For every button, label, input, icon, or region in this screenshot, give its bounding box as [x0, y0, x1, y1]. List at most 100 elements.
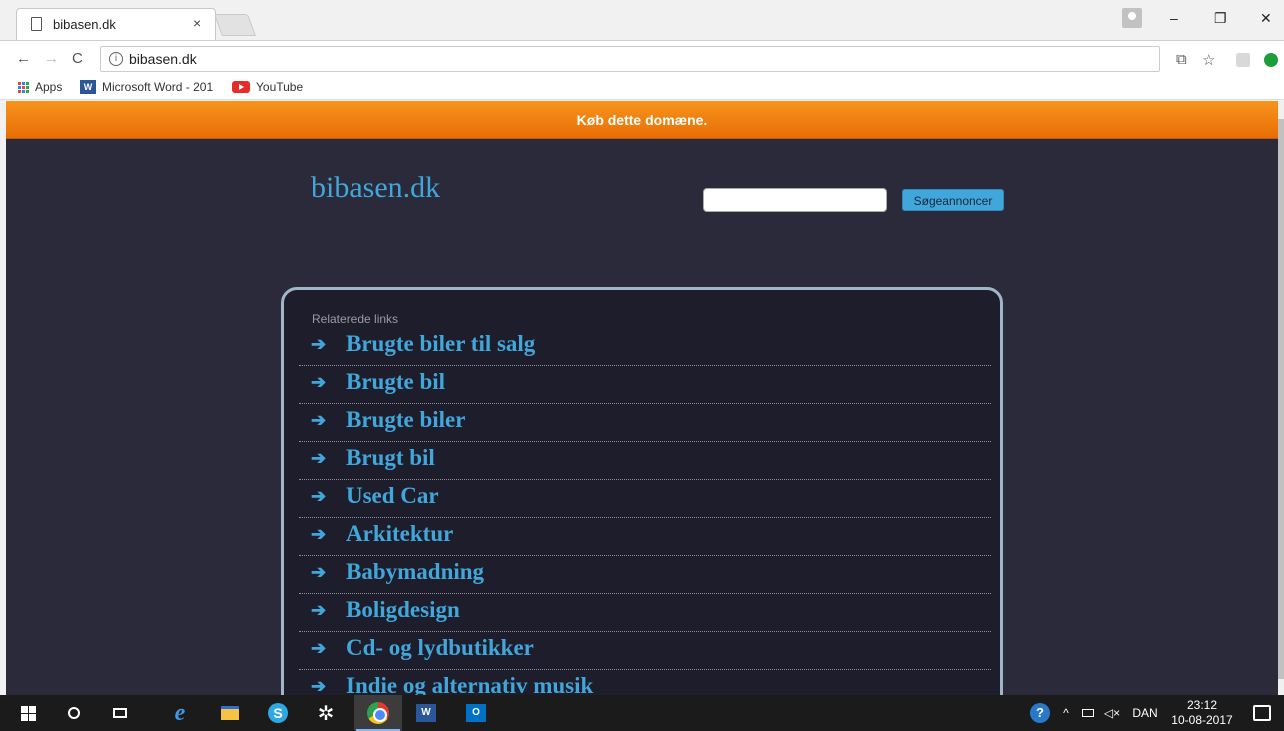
related-link-text[interactable]: Brugte biler	[346, 407, 465, 433]
related-link-text[interactable]: Cd- og lydbutikker	[346, 635, 534, 661]
related-link-text[interactable]: Brugte bil	[346, 369, 445, 395]
url-text[interactable]: bibasen.dk	[129, 51, 197, 67]
search-input[interactable]	[703, 188, 887, 212]
bookmark-apps[interactable]: Apps	[18, 80, 62, 94]
forward-icon[interactable]: →	[44, 50, 59, 67]
related-links-heading: Relaterede links	[312, 312, 399, 326]
new-tab-button[interactable]	[213, 14, 257, 36]
translate-icon[interactable]: ⧉	[1176, 51, 1187, 68]
related-link-text[interactable]: Arkitektur	[346, 521, 453, 547]
page-viewport: Køb dette domæne. bibasen.dk Søgeannonce…	[6, 101, 1278, 695]
reload-icon[interactable]: C	[72, 50, 83, 67]
show-hidden-icons-button[interactable]: ^	[1058, 695, 1074, 731]
battery-tray-button[interactable]	[1078, 695, 1098, 731]
related-links-list: ➔ Brugte biler til salg ➔ Brugte bil ➔ Brug…	[299, 328, 991, 695]
volume-muted-icon[interactable]: ◁×	[1100, 695, 1124, 731]
tab-strip: bibasen.dk × – ❐ ✕	[0, 0, 1284, 40]
clock-time: 23:12	[1186, 698, 1217, 712]
help-tray-button[interactable]: ?	[1028, 695, 1052, 731]
related-link[interactable]: ➔ Brugte bil	[299, 366, 991, 404]
task-view-icon	[113, 708, 127, 718]
arrow-icon: ➔	[311, 410, 327, 430]
browser-tab[interactable]: bibasen.dk ×	[16, 8, 216, 40]
bookmark-label: YouTube	[256, 80, 304, 94]
start-button[interactable]	[10, 695, 46, 731]
youtube-icon	[232, 81, 250, 93]
related-link[interactable]: ➔ Boligdesign	[299, 594, 991, 632]
related-link-text[interactable]: Babymadning	[346, 559, 484, 585]
profile-icon[interactable]	[1122, 8, 1142, 28]
outlook-taskbar-button[interactable]: O	[456, 695, 496, 731]
bookmark-word[interactable]: W Microsoft Word - 201	[80, 80, 213, 94]
arrow-icon: ➔	[311, 676, 327, 695]
search-button[interactable]: Søgeannoncer	[902, 189, 1004, 211]
task-view-button[interactable]	[102, 695, 138, 731]
buy-domain-banner[interactable]: Køb dette domæne.	[6, 101, 1278, 139]
extension-icon[interactable]	[1264, 53, 1278, 67]
clock-date: 10-08-2017	[1171, 713, 1233, 727]
word-doc-icon: W	[80, 80, 96, 94]
battery-icon	[1082, 709, 1094, 717]
edge-icon: e	[174, 699, 186, 726]
language-indicator[interactable]: DAN	[1128, 695, 1162, 731]
related-link-text[interactable]: Indie og alternativ musik	[346, 673, 593, 695]
site-title[interactable]: bibasen.dk	[311, 171, 440, 205]
arrow-icon: ➔	[311, 562, 327, 582]
bookmark-youtube[interactable]: YouTube	[232, 80, 303, 94]
related-link[interactable]: ➔ Brugte biler til salg	[299, 328, 991, 366]
related-link[interactable]: ➔ Indie og alternativ musik	[299, 670, 991, 695]
search-taskbar-button[interactable]	[56, 695, 92, 731]
taskbar: e S ✲ W O ? ^ ◁× DAN 23:12 10-08-2017	[0, 695, 1284, 731]
gear-icon: ✲	[317, 702, 335, 725]
word-icon: W	[416, 704, 436, 722]
related-link[interactable]: ➔ Used Car	[299, 480, 991, 518]
pdf-extension-icon[interactable]	[1236, 53, 1250, 67]
bookmarks-bar: Apps W Microsoft Word - 201 YouTube	[0, 76, 1284, 100]
browser-toolbar: ← → C i bibasen.dk ⧉ ☆	[0, 40, 1284, 76]
help-icon: ?	[1030, 703, 1050, 723]
scrollbar-thumb[interactable]	[1278, 119, 1284, 679]
address-bar[interactable]: i bibasen.dk	[100, 46, 1160, 72]
restore-icon[interactable]: ❐	[1214, 10, 1227, 27]
file-explorer-button[interactable]	[210, 695, 250, 731]
related-link[interactable]: ➔ Babymadning	[299, 556, 991, 594]
notification-icon	[1253, 705, 1271, 721]
action-center-button[interactable]	[1246, 695, 1278, 731]
settings-taskbar-button[interactable]: ✲	[306, 695, 346, 731]
page-scrollbar[interactable]	[1278, 101, 1284, 695]
chrome-icon	[367, 702, 389, 724]
related-link[interactable]: ➔ Brugt bil	[299, 442, 991, 480]
back-icon[interactable]: ←	[16, 50, 31, 67]
edge-taskbar-button[interactable]: e	[160, 695, 200, 731]
arrow-icon: ➔	[311, 524, 327, 544]
related-link-text[interactable]: Used Car	[346, 483, 439, 509]
tab-close-icon[interactable]: ×	[193, 15, 201, 31]
related-link[interactable]: ➔ Brugte biler	[299, 404, 991, 442]
site-info-icon[interactable]: i	[109, 52, 123, 66]
page-icon	[31, 17, 42, 31]
related-links-panel: Relaterede links ➔ Brugte biler til salg …	[281, 287, 1003, 695]
close-window-icon[interactable]: ✕	[1260, 10, 1272, 27]
arrow-icon: ➔	[311, 638, 327, 658]
folder-icon	[221, 706, 239, 720]
clock[interactable]: 23:12 10-08-2017	[1166, 695, 1238, 731]
bookmark-star-icon[interactable]: ☆	[1202, 51, 1215, 69]
arrow-icon: ➔	[311, 486, 327, 506]
tab-title: bibasen.dk	[53, 17, 116, 32]
skype-taskbar-button[interactable]: S	[258, 695, 298, 731]
arrow-icon: ➔	[311, 448, 327, 468]
related-link-text[interactable]: Brugte biler til salg	[346, 331, 535, 357]
related-link[interactable]: ➔ Arkitektur	[299, 518, 991, 556]
related-link[interactable]: ➔ Cd- og lydbutikker	[299, 632, 991, 670]
minimize-icon[interactable]: –	[1170, 10, 1178, 26]
arrow-icon: ➔	[311, 372, 327, 392]
related-link-text[interactable]: Brugt bil	[346, 445, 435, 471]
outlook-icon: O	[466, 704, 486, 722]
related-link-text[interactable]: Boligdesign	[346, 597, 460, 623]
windows-logo-icon	[20, 705, 36, 721]
bookmark-label: Microsoft Word - 201	[102, 80, 214, 94]
arrow-icon: ➔	[311, 334, 327, 354]
chrome-taskbar-button[interactable]	[354, 695, 402, 731]
word-taskbar-button[interactable]: W	[406, 695, 446, 731]
arrow-icon: ➔	[311, 600, 327, 620]
